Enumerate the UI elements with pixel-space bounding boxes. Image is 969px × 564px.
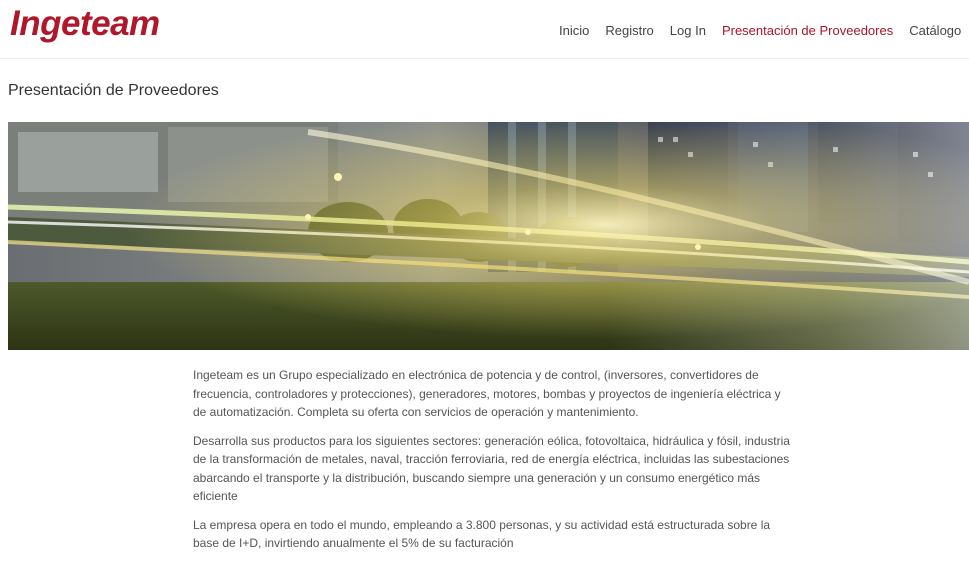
page-title: Presentación de Proveedores xyxy=(8,82,219,99)
nav-log-in[interactable]: Log In xyxy=(670,22,706,40)
site-header: Ingeteam Inicio Registro Log In Presentació… xyxy=(0,0,969,59)
company-paragraph: La empresa opera en todo el mundo, emple… xyxy=(193,517,771,551)
sectors-paragraph: Desarrolla sus productos para los siguie… xyxy=(193,433,790,504)
main-content: Ingeteam es un Grupo especializado en el… xyxy=(193,366,793,563)
city-light-trails-illustration xyxy=(8,122,969,350)
nav-registro[interactable]: Registro xyxy=(605,22,653,40)
main-nav: Inicio Registro Log In Presentación de Prov… xyxy=(559,22,969,40)
nav-catalogo[interactable]: Catálogo xyxy=(909,22,961,40)
nav-inicio[interactable]: Inicio xyxy=(559,22,589,40)
hero-banner-image xyxy=(8,122,969,350)
intro-paragraph: Ingeteam es un Grupo especializado en el… xyxy=(193,368,781,419)
page: Ingeteam Inicio Registro Log In Presentació… xyxy=(0,0,969,564)
nav-presentacion-proveedores[interactable]: Presentación de Proveedores xyxy=(722,22,893,40)
ingeteam-logo[interactable]: Ingeteam xyxy=(10,4,160,44)
